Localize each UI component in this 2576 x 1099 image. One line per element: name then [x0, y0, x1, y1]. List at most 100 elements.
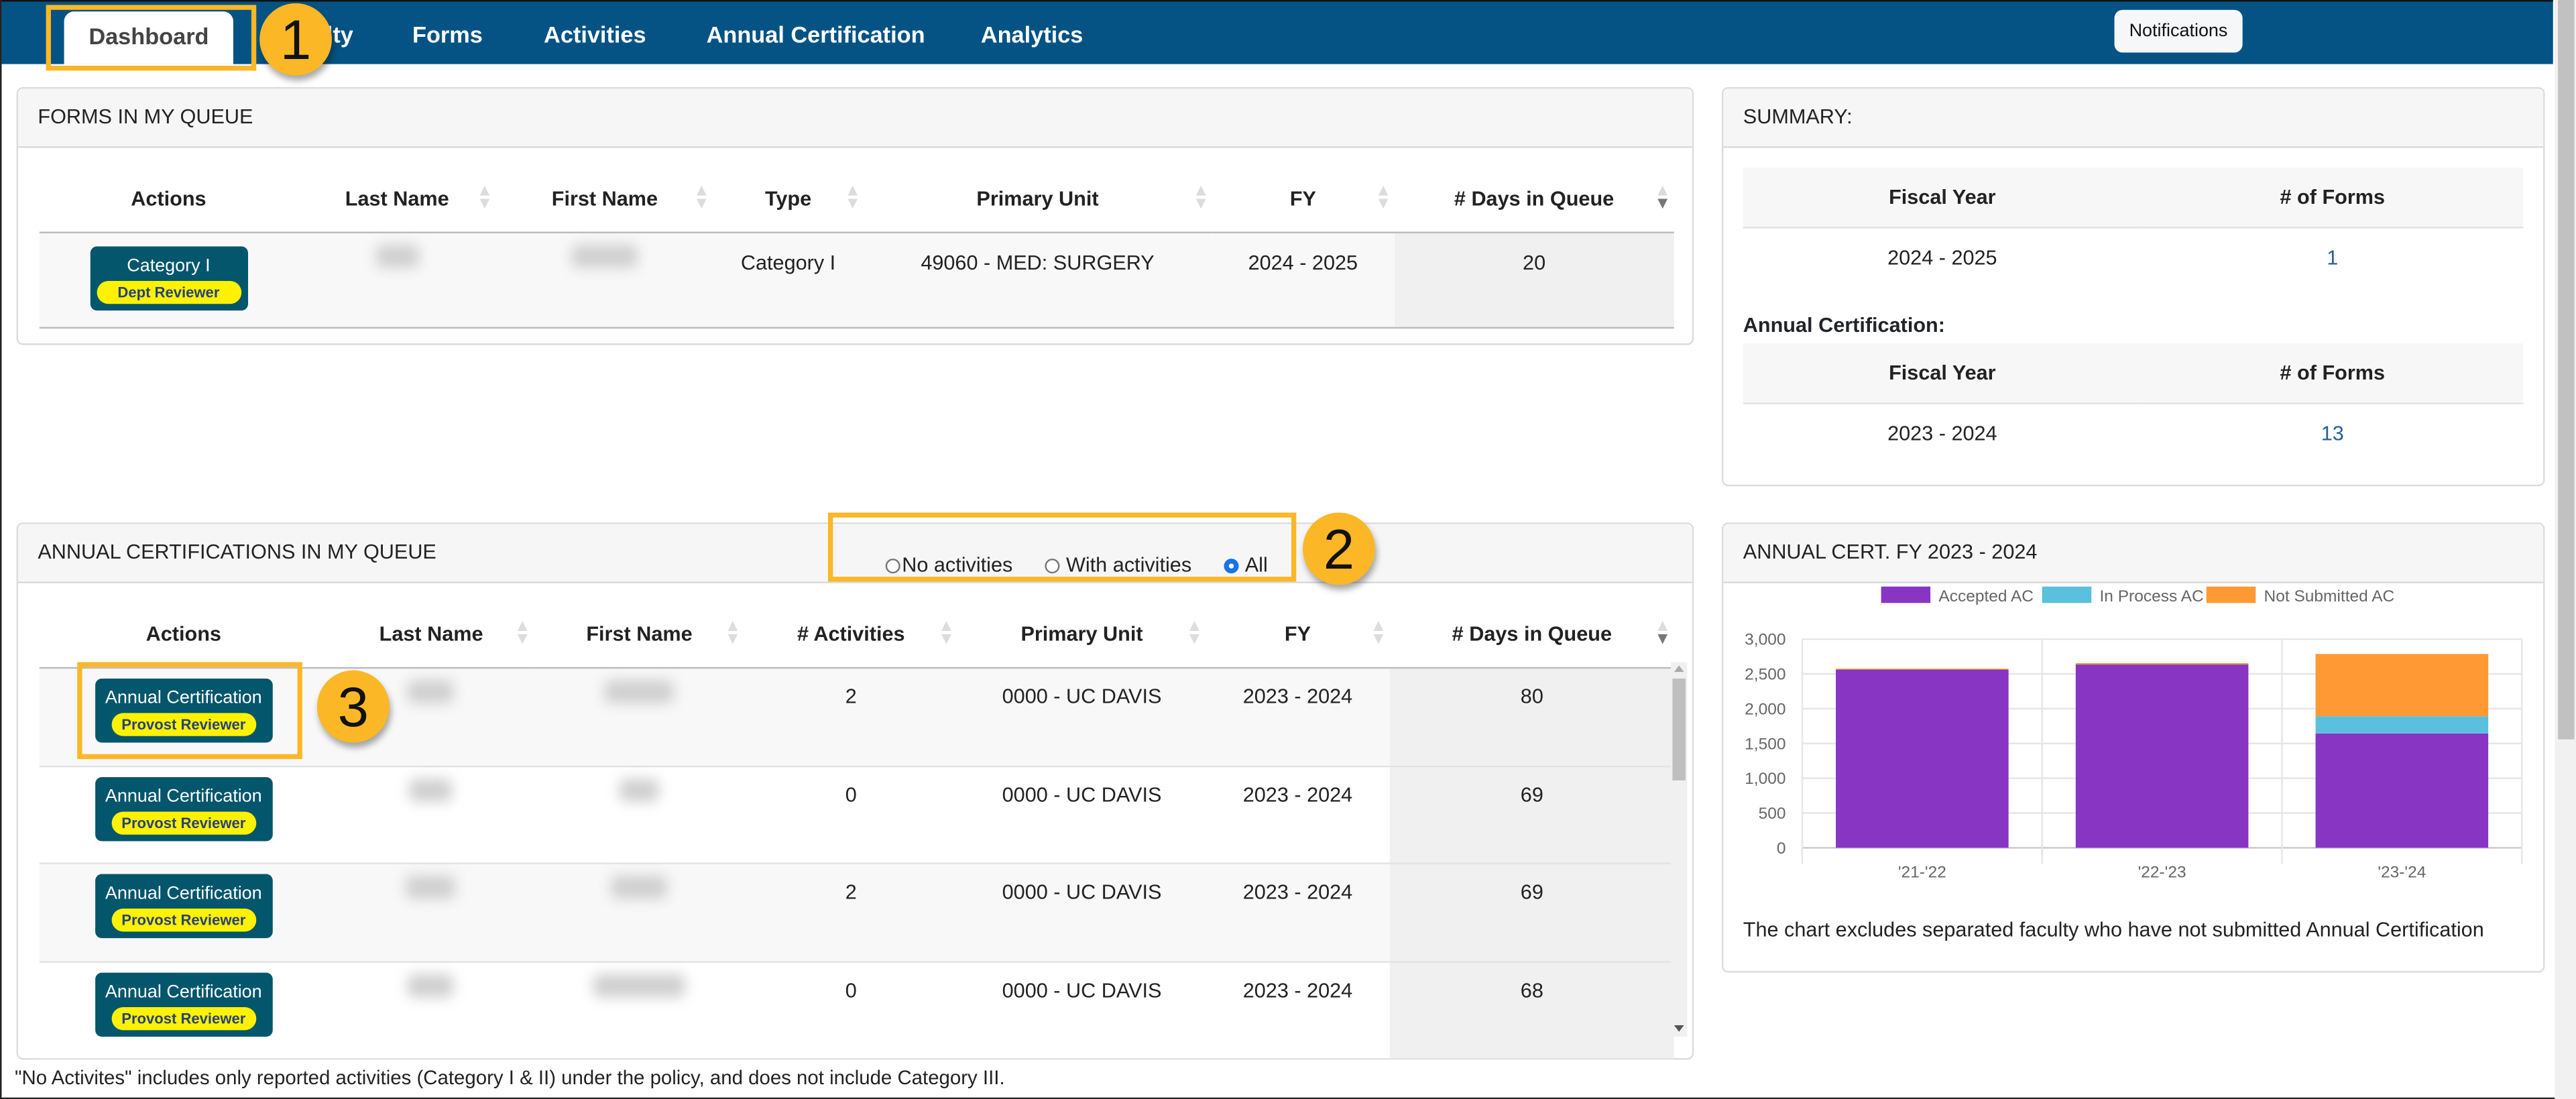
fiscal-year-cell: 2023 - 2024	[1887, 422, 1997, 446]
x-tick-label: '23-'24	[2378, 863, 2426, 881]
footnote: "No Activites" includes only reported ac…	[15, 1066, 1005, 1090]
col-primary-unit[interactable]: Primary Unit	[864, 166, 1212, 232]
col-last-name[interactable]: Last Name	[328, 601, 535, 668]
sort-icon[interactable]	[1195, 185, 1206, 209]
scroll-up-icon[interactable]	[1674, 665, 1684, 673]
last-name-cell	[298, 233, 496, 328]
ac-count-link[interactable]: 13	[2142, 404, 2524, 463]
radio-icon[interactable]	[1045, 559, 1060, 574]
page-scrollbar[interactable]	[2555, 0, 2576, 1099]
open-annual-certification-button[interactable]: Annual Certification Provost Reviewer	[95, 776, 273, 841]
col-fiscal-year: Fiscal Year	[1743, 167, 2142, 229]
sort-icon[interactable]	[1189, 621, 1199, 644]
tab-analytics[interactable]: Analytics	[981, 1, 1084, 64]
form-type-label: Annual Certification	[105, 786, 262, 806]
days-cell: 68	[1389, 961, 1674, 1059]
radio-label: No activities	[902, 553, 1013, 577]
open-annual-certification-button[interactable]: Annual Certification Provost Reviewer	[95, 972, 273, 1036]
redacted-text	[571, 245, 638, 268]
bar-segment-accepted-ac	[2315, 733, 2489, 848]
col-type[interactable]: Type	[713, 166, 863, 232]
col-actions: Actions	[40, 166, 298, 232]
col-label: FY	[1289, 187, 1316, 211]
table-scrollbar-thumb[interactable]	[1672, 678, 1686, 780]
col-fy[interactable]: FY	[1212, 166, 1394, 232]
scroll-down-icon[interactable]	[1674, 1025, 1684, 1032]
col-label: Actions	[131, 187, 207, 211]
col-fy[interactable]: FY	[1206, 601, 1390, 668]
activities-cell: 0	[845, 783, 857, 806]
legend-swatch	[2042, 586, 2092, 603]
fy-cell: 2023 - 2024	[1242, 880, 1353, 904]
tab-annual-certification[interactable]: Annual Certification	[707, 1, 925, 64]
filter-with-activities[interactable]: With activities	[1045, 554, 1191, 577]
primary-unit-cell: 49060 - MED: SURGERY	[921, 251, 1155, 275]
col-label: First Name	[586, 622, 693, 646]
days-cell: 80	[1389, 668, 1674, 766]
col-label: Primary Unit	[1020, 622, 1143, 646]
col-num-activities[interactable]: # Activities	[744, 601, 958, 668]
tab-dashboard[interactable]: Dashboard	[64, 11, 234, 64]
sort-icon[interactable]	[727, 621, 738, 644]
form-type-label: Category I	[127, 256, 211, 276]
radio-icon[interactable]	[885, 559, 900, 574]
page-scrollbar-thumb[interactable]	[2558, 0, 2575, 740]
col-label: # Days in Queue	[1452, 622, 1613, 646]
actions-cell: Annual Certification Provost Reviewer	[40, 668, 328, 766]
radio-checked-icon[interactable]	[1223, 559, 1238, 574]
col-first-name[interactable]: First Name	[496, 166, 713, 232]
sort-icon[interactable]	[518, 621, 528, 644]
open-form-button[interactable]: Category I Dept Reviewer	[89, 246, 248, 311]
bar-segment-not-submitted-ac	[2315, 654, 2489, 717]
redacted-text	[611, 876, 668, 899]
primary-unit-cell: 0000 - UC DAVIS	[1002, 880, 1162, 904]
sort-desc-icon[interactable]	[1657, 621, 1668, 644]
tab-forms[interactable]: Forms	[412, 1, 483, 64]
col-first-name[interactable]: First Name	[534, 601, 744, 668]
table-scrollbar[interactable]	[1670, 662, 1688, 1037]
actions-cell: Annual Certification Provost Reviewer	[40, 766, 328, 864]
fy-cell: 2023 - 2024	[1242, 685, 1353, 709]
notifications-button[interactable]: Notifications	[2114, 9, 2243, 53]
summary-forms-table: Fiscal Year # of Forms 2024 - 2025 1	[1743, 167, 2524, 288]
last-name-cell	[328, 961, 535, 1059]
x-tick-label: '22-'23	[2138, 863, 2186, 881]
sort-icon[interactable]	[1373, 621, 1384, 644]
col-label: Type	[764, 187, 812, 211]
tab-activities[interactable]: Activities	[544, 1, 646, 64]
col-primary-unit[interactable]: Primary Unit	[958, 601, 1206, 668]
col-num-forms: # of Forms	[2141, 167, 2524, 229]
sort-desc-icon[interactable]	[1657, 185, 1668, 209]
redacted-text	[593, 973, 686, 997]
table-row: Annual Certification Provost Reviewer 0 000…	[39, 961, 1674, 1059]
redacted-text	[406, 876, 456, 899]
redacted-text	[410, 778, 453, 801]
filter-no-activities[interactable]: No activities	[885, 553, 1013, 577]
legend-label: Not Submitted AC	[2264, 587, 2395, 605]
forms-queue-title: FORMS IN MY QUEUE	[17, 89, 1692, 148]
role-badge: Provost Reviewer	[111, 811, 256, 834]
forms-count-link[interactable]: 1	[2142, 227, 2524, 287]
sort-icon[interactable]	[479, 185, 490, 209]
sort-icon[interactable]	[696, 185, 707, 209]
filter-all[interactable]: All	[1223, 554, 1268, 577]
primary-unit-cell: 0000 - UC DAVIS	[1002, 783, 1162, 806]
open-annual-certification-button[interactable]: Annual Certification Provost Reviewer	[95, 678, 273, 743]
sort-icon[interactable]	[847, 185, 857, 209]
col-days-in-queue[interactable]: # Days in Queue	[1390, 601, 1674, 668]
y-tick-label: 1,000	[1745, 770, 1785, 788]
sort-icon[interactable]	[941, 621, 952, 644]
legend-label: In Process AC	[2099, 587, 2203, 605]
y-tick-label: 2,500	[1745, 666, 1785, 684]
days-cell: 69	[1389, 863, 1674, 962]
tab-faculty[interactable]: Faculty	[273, 1, 353, 64]
first-name-cell	[534, 864, 744, 962]
open-annual-certification-button[interactable]: Annual Certification Provost Reviewer	[95, 874, 273, 939]
sort-icon[interactable]	[1377, 185, 1388, 209]
annual-certification-label: Annual Certification:	[1743, 314, 1945, 337]
col-label: FY	[1284, 622, 1311, 646]
col-fiscal-year: Fiscal Year	[1743, 343, 2142, 404]
col-days-in-queue[interactable]: # Days in Queue	[1394, 166, 1674, 232]
col-label: Primary Unit	[976, 187, 1099, 211]
col-last-name[interactable]: Last Name	[298, 166, 496, 232]
